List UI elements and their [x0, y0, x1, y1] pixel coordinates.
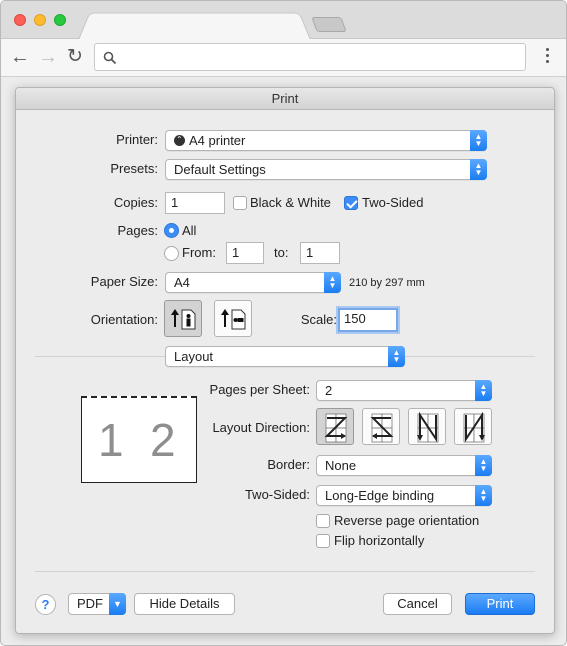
- chevron-updown-icon: ▲ ▼: [475, 380, 492, 401]
- scale-field[interactable]: 150: [338, 308, 398, 332]
- layout-n-icon: [463, 411, 485, 443]
- pages-label: Pages:: [117, 223, 158, 238]
- printer-popup[interactable]: ⌃ A4 printer ▲ ▼: [165, 130, 487, 151]
- paper-size-popup[interactable]: A4 ▲ ▼: [165, 272, 341, 293]
- pages-to-field[interactable]: 1: [300, 242, 340, 264]
- section-value: Layout: [174, 349, 214, 364]
- printer-label: Printer:: [116, 132, 158, 147]
- pages-from-radio[interactable]: [164, 246, 179, 261]
- pages-per-sheet-label: Pages per Sheet:: [209, 382, 310, 397]
- pages-from-field[interactable]: 1: [226, 242, 264, 264]
- printer-status-icon: ⌃: [174, 135, 185, 146]
- tab-bar: [1, 1, 566, 40]
- preview-page-2: 2: [150, 414, 176, 466]
- flip-horizontally-label: Flip horizontally: [334, 533, 425, 548]
- chevron-updown-icon: ▲ ▼: [324, 272, 341, 293]
- layout-n-reverse-icon: [417, 411, 439, 443]
- pdf-button[interactable]: PDF ▼: [68, 593, 126, 615]
- section-popup[interactable]: Layout ▲ ▼: [165, 346, 405, 367]
- forward-arrow-icon[interactable]: →: [38, 46, 58, 68]
- chevron-down-icon: ▼: [109, 593, 126, 615]
- browser-window: ← → ↻ Print Printer: ⌃ A4 printer ▲ ▼ Pre…: [0, 0, 567, 646]
- layout-reverse-z-icon: [370, 413, 394, 443]
- layout-two-sided-popup[interactable]: Long-Edge binding ▲ ▼: [316, 485, 492, 506]
- chevron-updown-icon: ▲ ▼: [475, 455, 492, 476]
- preview-page-1: 1: [98, 414, 124, 466]
- new-tab-button[interactable]: [311, 17, 347, 32]
- pages-per-sheet-popup[interactable]: 2 ▲ ▼: [316, 380, 492, 401]
- copies-label: Copies:: [113, 195, 158, 210]
- minimize-window-button[interactable]: [34, 14, 46, 26]
- black-white-checkbox[interactable]: [233, 196, 247, 210]
- two-sided-label: Two-Sided: [362, 195, 424, 210]
- hide-details-button[interactable]: Hide Details: [134, 593, 235, 615]
- address-bar[interactable]: [94, 43, 526, 71]
- printer-value: A4 printer: [189, 133, 246, 148]
- print-dialog: Print Printer: ⌃ A4 printer ▲ ▼ Presets: …: [15, 87, 555, 634]
- pdf-label: PDF: [77, 596, 103, 611]
- pages-to-label: to:: [274, 245, 289, 260]
- landscape-icon: [221, 309, 246, 330]
- layout-direction-n-reverse-button[interactable]: [408, 408, 446, 445]
- reverse-orientation-label: Reverse page orientation: [334, 513, 480, 528]
- pages-per-sheet-value: 2: [325, 383, 333, 398]
- presets-popup[interactable]: Default Settings ▲ ▼: [165, 159, 487, 180]
- chevron-updown-icon: ▲ ▼: [470, 159, 487, 180]
- more-menu-icon[interactable]: [544, 48, 550, 66]
- layout-direction-reverse-z-button[interactable]: [362, 408, 400, 445]
- orientation-label: Orientation:: [90, 312, 158, 327]
- black-white-label: Black & White: [250, 195, 331, 210]
- browser-toolbar: ← → ↻: [1, 39, 566, 77]
- paper-size-value: A4: [174, 275, 190, 290]
- zoom-window-button[interactable]: [54, 14, 66, 26]
- presets-value: Default Settings: [174, 162, 266, 177]
- cancel-button[interactable]: Cancel: [383, 593, 452, 615]
- layout-direction-z-button[interactable]: [316, 408, 354, 445]
- layout-z-icon: [324, 413, 348, 443]
- border-popup[interactable]: None ▲ ▼: [316, 455, 492, 476]
- browser-tab[interactable]: [78, 12, 311, 40]
- paper-dimensions: 210 by 297 mm: [349, 277, 425, 289]
- pages-all-radio[interactable]: [164, 223, 179, 238]
- pages-all-label: All: [182, 223, 197, 238]
- dialog-title: Print: [16, 88, 554, 110]
- layout-direction-n-button[interactable]: [454, 408, 492, 445]
- reload-icon[interactable]: ↻: [67, 46, 83, 68]
- layout-two-sided-value: Long-Edge binding: [325, 488, 435, 503]
- border-label: Border:: [267, 457, 310, 472]
- two-sided-checkbox[interactable]: [344, 196, 358, 210]
- close-window-button[interactable]: [14, 14, 26, 26]
- print-button[interactable]: Print: [465, 593, 535, 615]
- chevron-updown-icon: ▲ ▼: [388, 346, 405, 367]
- orientation-landscape-button[interactable]: [214, 300, 252, 337]
- orientation-portrait-button[interactable]: [164, 300, 202, 337]
- layout-direction-label: Layout Direction:: [212, 420, 310, 435]
- paper-size-label: Paper Size:: [90, 274, 158, 289]
- border-value: None: [325, 458, 357, 473]
- back-arrow-icon[interactable]: ←: [10, 46, 30, 68]
- copies-field[interactable]: 1: [165, 192, 225, 214]
- portrait-icon: [171, 309, 196, 330]
- search-icon: [103, 51, 117, 65]
- reverse-orientation-checkbox[interactable]: [316, 514, 330, 528]
- presets-label: Presets:: [110, 161, 158, 176]
- layout-two-sided-label: Two-Sided:: [244, 487, 310, 502]
- flip-horizontally-checkbox[interactable]: [316, 534, 330, 548]
- help-button[interactable]: ?: [35, 594, 56, 615]
- chevron-updown-icon: ▲ ▼: [470, 130, 487, 151]
- layout-preview: 1 2: [81, 396, 197, 483]
- footer-separator: [35, 571, 535, 572]
- chevron-updown-icon: ▲ ▼: [475, 485, 492, 506]
- pages-from-label: From:: [182, 245, 216, 260]
- scale-label: Scale:: [300, 312, 337, 327]
